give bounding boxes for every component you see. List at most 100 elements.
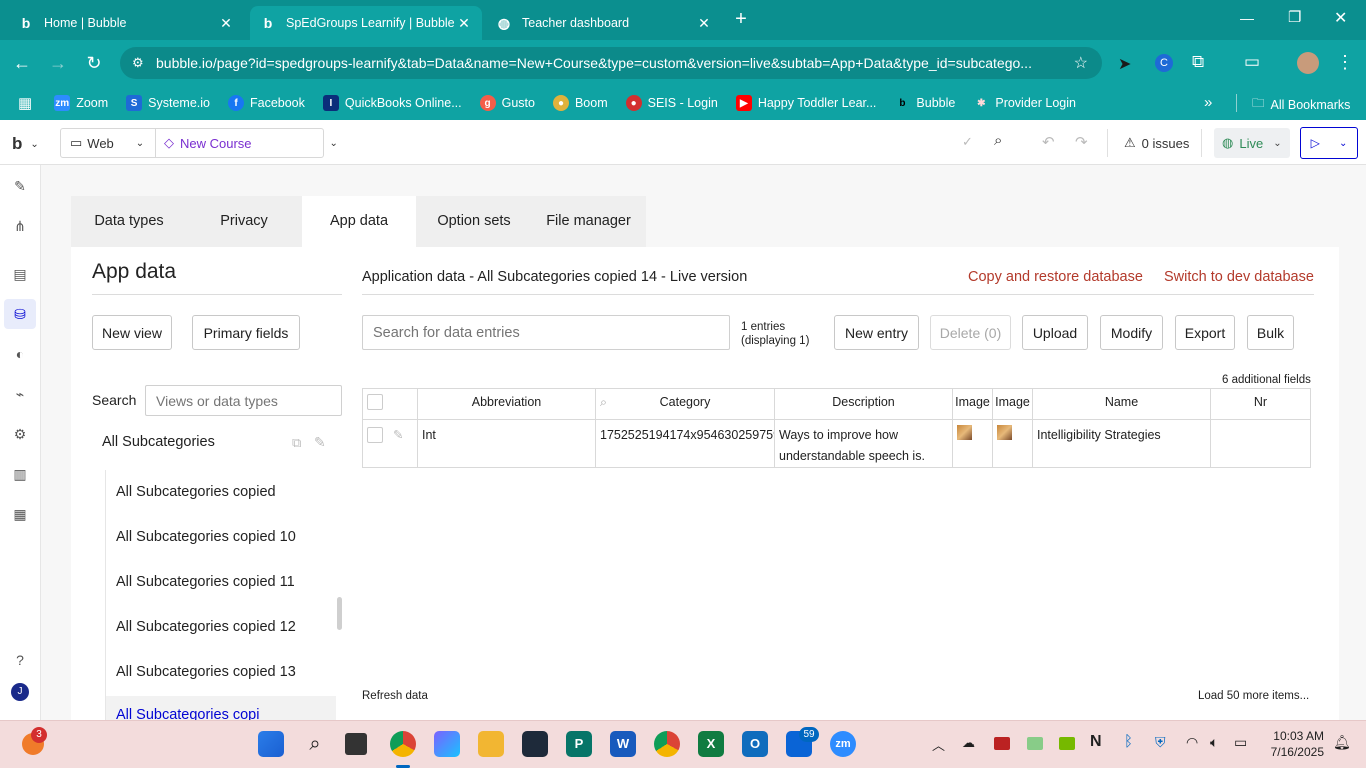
browser-tab-teacher[interactable]: ◍ Teacher dashboard ✕ — [486, 6, 722, 40]
workflow-icon[interactable]: ⋔ — [11, 217, 29, 235]
address-bar[interactable]: ⚙ bubble.io/page?id=spedgroups-learnify&… — [120, 47, 1102, 79]
styles-icon[interactable]: ▤ — [11, 265, 29, 283]
bookmark-facebook[interactable]: f Facebook — [227, 95, 305, 111]
cell-image[interactable] — [992, 419, 1033, 468]
data-search-input[interactable] — [362, 315, 730, 350]
upload-button[interactable]: Upload — [1022, 315, 1088, 350]
table-row[interactable]: ✎ Int 1752525194174x954630259759 Ways to… — [362, 419, 1311, 468]
sidebar-group-all-subcategories[interactable]: All Subcategories — [102, 434, 215, 450]
onedrive-icon[interactable]: ☁ — [962, 735, 975, 751]
close-icon[interactable]: ✕ — [696, 15, 712, 32]
window-close-icon[interactable]: ✕ — [1334, 8, 1354, 28]
bulk-button[interactable]: Bulk — [1247, 315, 1294, 350]
sidebar-item[interactable]: All Subcategories copied 10 — [116, 529, 296, 545]
publisher-icon[interactable]: P — [566, 731, 592, 757]
windows-start-icon[interactable] — [258, 731, 284, 757]
copilot-icon[interactable] — [434, 731, 460, 757]
bookmark-boom[interactable]: ● Boom — [552, 95, 608, 111]
palette-icon[interactable]: ◐ — [11, 345, 29, 363]
tab-search-icon[interactable]: ▭ — [1244, 52, 1260, 72]
volume-icon[interactable]: 🔈︎ — [1210, 734, 1218, 751]
undo-icon[interactable]: ↶ — [1042, 133, 1055, 151]
restore-icon[interactable]: ❐ — [1288, 8, 1308, 26]
tab-app-data[interactable]: App data — [302, 196, 416, 247]
bookmark-bubble[interactable]: b Bubble — [894, 95, 955, 111]
export-button[interactable]: Export — [1175, 315, 1235, 350]
cell-name[interactable]: Intelligibility Strategies — [1032, 419, 1211, 468]
row-checkbox[interactable] — [367, 427, 383, 443]
word-icon[interactable]: W — [610, 731, 636, 757]
bluetooth-icon[interactable]: ᛒ — [1124, 733, 1133, 750]
defender-shield-icon[interactable]: ⛨ — [1155, 734, 1166, 751]
plugins-icon[interactable]: ⌁ — [11, 385, 29, 403]
redo-icon[interactable]: ↷ — [1075, 133, 1088, 151]
image-thumbnail[interactable] — [957, 425, 972, 440]
edit-pencil-icon[interactable]: ✎ — [393, 428, 403, 442]
sidebar-scrollbar[interactable] — [337, 597, 342, 630]
refresh-data-link[interactable]: Refresh data — [362, 690, 428, 702]
notion-icon[interactable]: N — [1090, 733, 1102, 751]
bookmark-systeme[interactable]: S Systeme.io — [126, 95, 210, 111]
task-view-icon[interactable] — [345, 733, 367, 755]
sidebar-item-selected[interactable]: All Subcategories copi — [106, 696, 336, 720]
settings-gear-icon[interactable]: ⚙ — [11, 425, 29, 443]
delete-button[interactable]: Delete (0) — [930, 315, 1011, 350]
file-explorer-icon[interactable] — [478, 731, 504, 757]
reload-icon[interactable]: ↻ — [81, 50, 107, 76]
outlook-icon[interactable]: O — [742, 731, 768, 757]
design-pencil-icon[interactable]: ✎ — [11, 177, 29, 195]
nvidia-icon[interactable] — [1059, 737, 1075, 750]
tab-data-types[interactable]: Data types — [71, 196, 187, 247]
site-info-icon[interactable]: ⚙ — [132, 55, 144, 71]
bookmark-zoom[interactable]: zm Zoom — [54, 95, 108, 111]
select-all-checkbox[interactable] — [367, 394, 383, 410]
bookmark-provider-login[interactable]: ✱ Provider Login — [973, 95, 1076, 111]
bubble-logo-menu[interactable]: b ⌄ — [12, 134, 39, 154]
image-thumbnail[interactable] — [997, 425, 1012, 440]
sidebar-item[interactable]: All Subcategories copied 11 — [116, 574, 295, 590]
battery-icon[interactable]: ▭ — [1234, 734, 1247, 751]
notifications-icon[interactable]: 🔔︎ — [1333, 734, 1351, 751]
additional-fields-link[interactable]: 6 additional fields — [1222, 374, 1311, 386]
cell-abbreviation[interactable]: Int — [417, 419, 596, 468]
close-icon[interactable]: ✕ — [456, 15, 472, 32]
cell-nr[interactable] — [1210, 419, 1311, 468]
edit-pencil-icon[interactable]: ✎ — [314, 434, 326, 451]
zoom-app-icon[interactable]: zm — [830, 731, 856, 757]
wifi-icon[interactable]: ◠ — [1186, 734, 1198, 751]
new-tab-icon[interactable]: + — [730, 8, 752, 32]
chrome-profile-icon[interactable] — [390, 731, 416, 757]
menu-kebab-icon[interactable]: ⋮ — [1336, 52, 1354, 73]
views-search-input[interactable] — [145, 385, 342, 416]
chevron-double-right-icon[interactable]: » — [1204, 94, 1212, 111]
profile-avatar[interactable] — [1297, 52, 1319, 74]
chrome-icon[interactable] — [654, 731, 680, 757]
column-header[interactable]: Image — [992, 388, 1033, 420]
back-icon[interactable]: ← — [9, 50, 35, 76]
load-more-link[interactable]: Load 50 more items... — [1198, 690, 1309, 702]
copy-restore-link[interactable]: Copy and restore database — [968, 269, 1143, 285]
cell-description[interactable]: Ways to improve how understandable speec… — [774, 419, 953, 468]
clock[interactable]: 10:03 AM 7/16/2025 — [1262, 728, 1324, 760]
excel-icon[interactable]: X — [698, 731, 724, 757]
sidebar-item[interactable]: All Subcategories copied — [116, 484, 276, 500]
help-icon[interactable]: ? — [11, 651, 29, 669]
forward-icon[interactable]: → — [45, 50, 71, 76]
sidebar-item[interactable]: All Subcategories copied 13 — [116, 664, 296, 680]
bookmark-gusto[interactable]: g Gusto — [479, 95, 535, 111]
sidebar-item[interactable]: All Subcategories copied 12 — [116, 619, 296, 635]
bookmark-happy-toddler[interactable]: ▶ Happy Toddler Lear... — [735, 95, 876, 111]
bookmark-star-icon[interactable]: ☆ — [1074, 53, 1088, 73]
page-dropdown[interactable]: ◇ New Course ⌄ — [164, 135, 338, 151]
cell-image[interactable] — [952, 419, 993, 468]
template-icon[interactable]: ▦ — [11, 505, 29, 523]
minimize-icon[interactable]: — — [1240, 10, 1260, 26]
column-header[interactable]: Nr — [1210, 388, 1311, 420]
version-dropdown[interactable]: ◍ Live ⌄ — [1214, 128, 1290, 158]
column-header[interactable]: ⌕ Category — [595, 388, 775, 420]
modify-button[interactable]: Modify — [1100, 315, 1163, 350]
copy-icon[interactable]: ⧉ — [292, 435, 301, 451]
platform-dropdown[interactable]: ▭ Web ⌄ — [70, 135, 144, 151]
search-icon[interactable]: ⌕ — [600, 389, 607, 415]
column-header[interactable]: Name — [1032, 388, 1211, 420]
